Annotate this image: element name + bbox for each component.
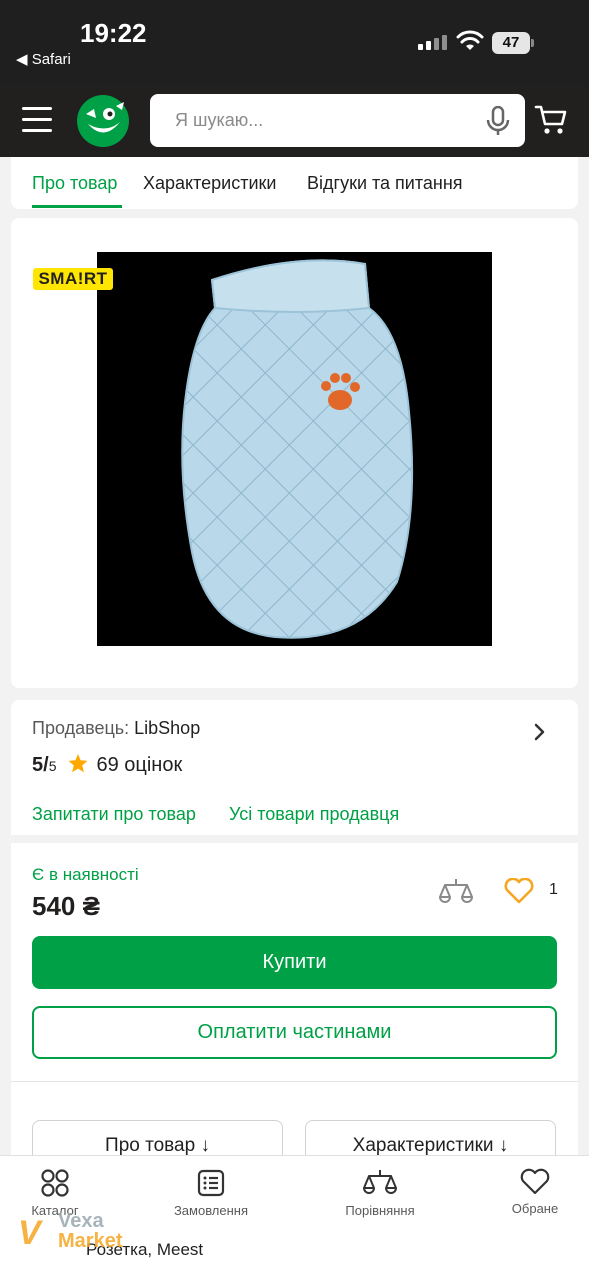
signal-icon (418, 32, 448, 50)
chevron-right-icon[interactable] (533, 722, 547, 742)
nav-orders-label: Замовлення (173, 1203, 249, 1218)
top-header (0, 85, 589, 157)
reviews-count[interactable]: 69 оцінок (96, 754, 182, 777)
catalog-icon (41, 1169, 69, 1197)
availability-status: Є в наявності (32, 865, 139, 884)
product-tabs: Про товар Характеристики Відгуки та пита… (11, 157, 578, 209)
rating-max: 5 (48, 758, 57, 774)
buy-button[interactable]: Купити (32, 936, 557, 989)
vexa-market-watermark: V Vexa Market (18, 1208, 148, 1256)
ask-about-product-link[interactable]: Запитати про товар (32, 804, 196, 825)
all-seller-products-link[interactable]: Усі товари продавця (229, 804, 399, 825)
price: 540 ₴ (32, 891, 100, 921)
microphone-icon[interactable] (485, 106, 511, 136)
smiley-logo-icon[interactable] (76, 94, 130, 148)
nav-compare-label: Порівняння (345, 1203, 415, 1218)
battery-icon: 47 (492, 32, 534, 54)
orders-icon (197, 1169, 225, 1197)
seller-prefix: Продавець: (32, 718, 135, 738)
nav-compare[interactable]: Порівняння (325, 1168, 435, 1218)
watermark-logo-v: V (18, 1214, 41, 1252)
compare-icon[interactable] (439, 877, 473, 907)
wifi-icon (456, 30, 484, 50)
tab-characteristics[interactable]: Характеристики (143, 173, 276, 194)
search-input[interactable] (175, 94, 475, 147)
nav-orders[interactable]: Замовлення (156, 1168, 266, 1218)
compare-nav-icon (363, 1170, 397, 1194)
rating-value: 5/ (32, 754, 49, 776)
status-bar: 19:22 ◀ Safari 47 (0, 0, 589, 85)
battery-level: 47 (492, 32, 530, 54)
status-time: 19:22 (80, 18, 147, 48)
product-image-card: SMA!RT (11, 218, 578, 688)
favorites-count: 1 (549, 881, 558, 898)
heart-icon (520, 1168, 550, 1195)
hamburger-icon[interactable] (22, 107, 52, 133)
search-bar[interactable] (150, 94, 525, 147)
seller-line[interactable]: Продавець: LibShop (32, 718, 200, 739)
seller-rating: 5/ 5 69 оцінок (32, 752, 182, 777)
star-icon (68, 754, 88, 773)
active-tab-indicator (32, 205, 122, 208)
favorite-heart-icon[interactable] (504, 878, 534, 904)
nav-favorites-label: Обране (511, 1201, 559, 1216)
back-to-safari[interactable]: ◀ Safari (16, 50, 71, 68)
purchase-card: Є в наявності 540 ₴ 1 Купити Оплатити ча… (11, 843, 578, 1081)
tab-reviews[interactable]: Відгуки та питання (307, 173, 463, 194)
smart-badge: SMA!RT (33, 268, 113, 290)
nav-favorites[interactable]: Обране (480, 1168, 589, 1216)
watermark-line2: Market (58, 1230, 123, 1252)
seller-name[interactable]: LibShop (134, 718, 200, 738)
dog-jacket-image[interactable] (97, 252, 492, 646)
seller-card: Продавець: LibShop 5/ 5 69 оцінок Запита… (11, 700, 578, 835)
tab-about[interactable]: Про товар (32, 173, 117, 194)
pay-in-installments-button[interactable]: Оплатити частинами (32, 1006, 557, 1059)
cart-icon[interactable] (534, 104, 568, 136)
